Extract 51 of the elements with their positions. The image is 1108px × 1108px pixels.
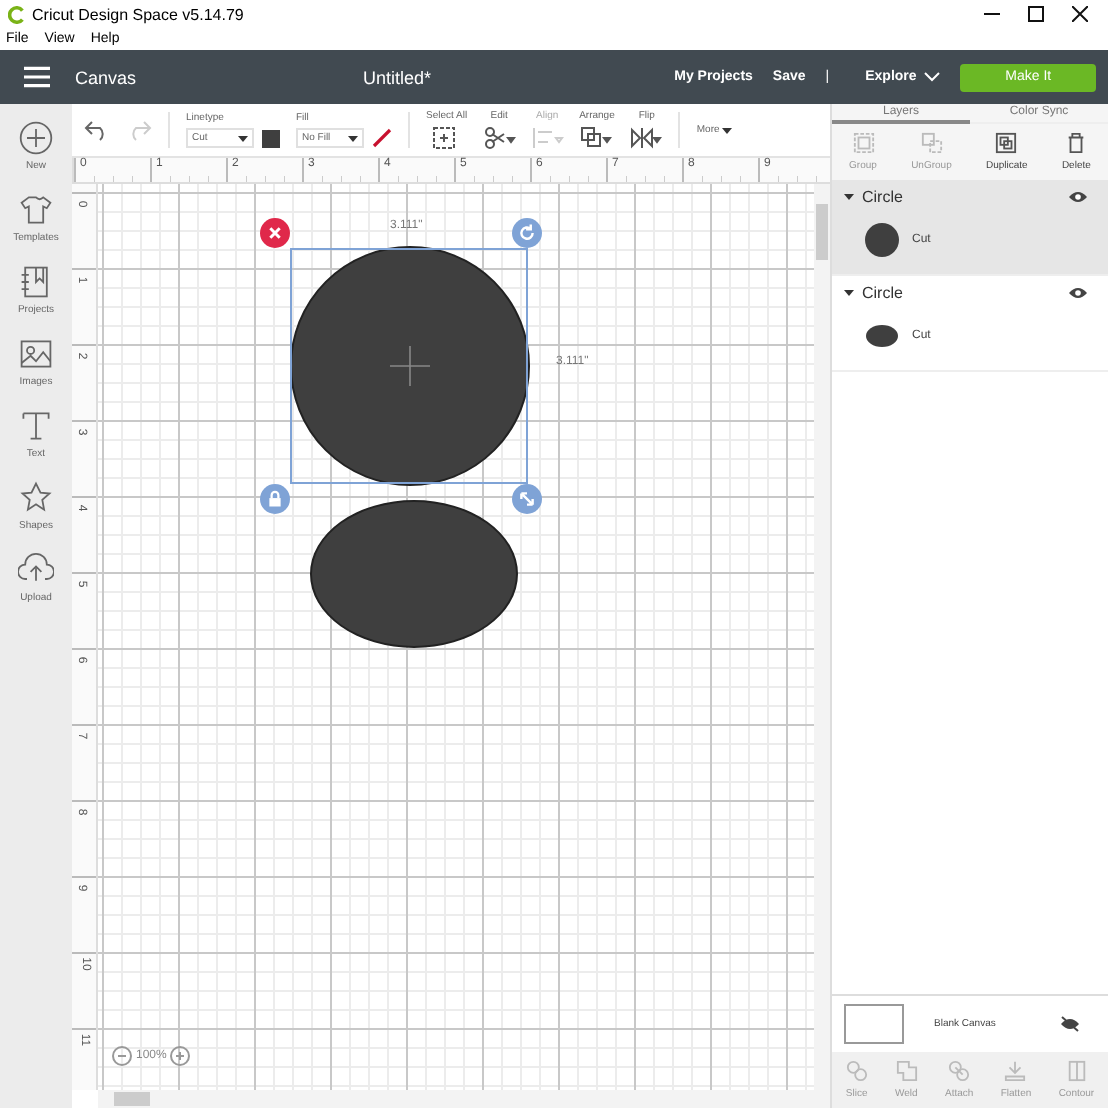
maximize-icon[interactable]	[1028, 6, 1044, 22]
slice-icon	[845, 1060, 868, 1082]
circle-thumbnail-icon	[864, 222, 900, 258]
app-logo-icon	[8, 5, 26, 23]
star-icon	[18, 480, 54, 516]
weld-icon	[895, 1060, 918, 1082]
center-cross-icon	[389, 346, 429, 386]
color-swatch[interactable]	[262, 129, 280, 147]
lock-handle-icon[interactable]	[260, 484, 290, 514]
image-icon	[18, 336, 54, 372]
zoom-out-icon[interactable]	[112, 1046, 132, 1066]
vertical-scrollbar[interactable]	[814, 184, 830, 1090]
t-shirt-icon	[17, 192, 54, 228]
notebook-icon	[18, 264, 54, 300]
menu-icon[interactable]	[24, 66, 51, 88]
hide-icon[interactable]	[1060, 1016, 1080, 1032]
close-icon[interactable]	[1072, 6, 1088, 22]
zoom-in-icon[interactable]	[170, 1046, 191, 1066]
ellipse-shape[interactable]	[310, 500, 518, 648]
caret-icon	[238, 135, 248, 141]
caret-icon	[721, 127, 732, 133]
rotate-handle-icon[interactable]	[512, 218, 542, 248]
duplicate-icon	[994, 132, 1019, 154]
arrange-icon[interactable]	[580, 126, 613, 150]
ungroup-icon	[919, 132, 944, 154]
layer-name: Circle	[862, 188, 903, 206]
section-title: Canvas	[74, 67, 138, 87]
document-title: Untitled*	[363, 67, 434, 87]
caret-icon[interactable]	[844, 290, 854, 296]
contour-icon	[1065, 1060, 1088, 1082]
eye-icon[interactable]	[1068, 286, 1088, 300]
text-icon	[18, 408, 54, 444]
flip-icon[interactable]	[630, 126, 663, 150]
attach-icon	[948, 1060, 971, 1082]
flatten-icon	[1004, 1060, 1027, 1082]
resize-handle-icon[interactable]	[512, 484, 542, 514]
chevron-down-icon	[924, 72, 941, 82]
no-fill-icon[interactable]	[372, 128, 392, 148]
edit-icon[interactable]	[483, 126, 516, 150]
horizontal-scrollbar[interactable]	[98, 1090, 830, 1108]
delete-icon	[1064, 132, 1089, 154]
blank-canvas-swatch[interactable]	[844, 1004, 904, 1044]
caret-icon	[348, 135, 358, 141]
delete-handle-icon[interactable]	[260, 218, 290, 248]
plus-circle-icon	[18, 120, 54, 156]
eye-icon[interactable]	[1068, 190, 1088, 204]
layer-name: Circle	[862, 284, 903, 302]
group-icon	[851, 132, 875, 154]
window-title: Cricut Design Space v5.14.79	[32, 5, 244, 23]
caret-icon[interactable]	[844, 194, 854, 200]
undo-icon[interactable]	[84, 119, 110, 141]
